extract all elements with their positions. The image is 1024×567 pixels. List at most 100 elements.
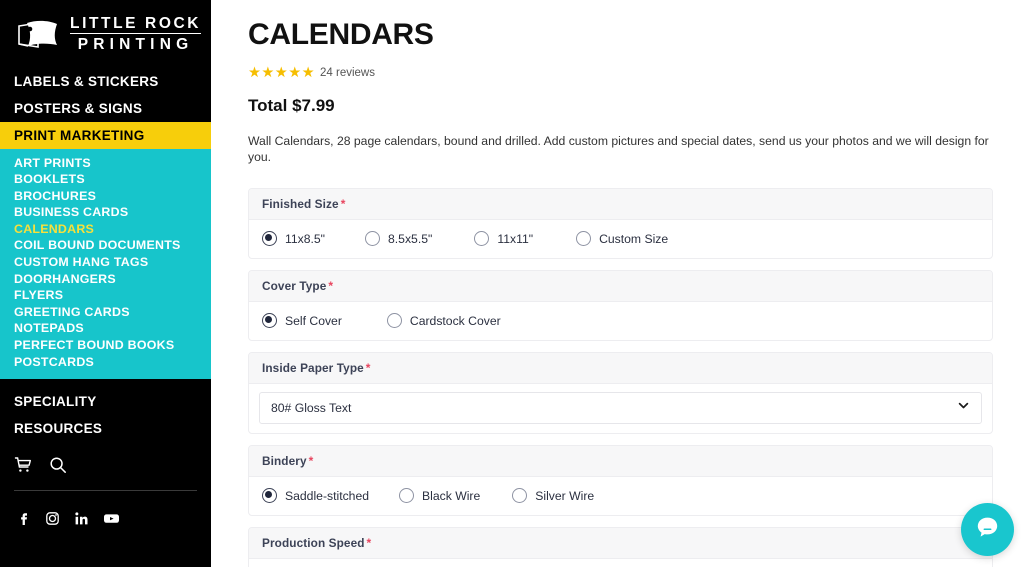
sidebar-item-coil-bound-documents[interactable]: COIL BOUND DOCUMENTS <box>14 238 211 255</box>
required-marker: * <box>328 279 334 293</box>
radio-option-silver-wire[interactable]: Silver Wire <box>512 488 594 503</box>
option-group-inside-paper-type: Inside Paper Type * 80# Gloss Text <box>248 352 993 434</box>
radio-indicator[interactable] <box>474 231 490 246</box>
submenu-print-marketing: ART PRINTS BOOKLETS BROCHURES BUSINESS C… <box>0 149 211 379</box>
nav-item-speciality[interactable]: SPECIALITY <box>0 388 211 415</box>
sidebar-item-business-cards[interactable]: BUSINESS CARDS <box>14 205 211 222</box>
radio-label: Cardstock Cover <box>409 313 501 328</box>
option-group-title: Cover Type <box>262 279 327 293</box>
option-group-header: Production Speed * <box>249 528 992 559</box>
sidebar-item-brochures[interactable]: BROCHURES <box>14 188 211 205</box>
cart-icon[interactable] <box>14 456 32 474</box>
option-group-body: Saddle-stitched Black Wire Silver Wire <box>249 477 992 515</box>
radio-indicator[interactable] <box>262 231 277 246</box>
option-group-cover-type: Cover Type * Self Cover Cardstock Cover <box>248 270 993 341</box>
option-group-title: Finished Size <box>262 197 339 211</box>
radio-label: 11x11" <box>497 231 534 246</box>
reviews-count[interactable]: 24 reviews <box>320 66 375 80</box>
radio-option-black-wire[interactable]: Black Wire <box>399 488 480 503</box>
facebook-icon[interactable] <box>16 511 31 526</box>
radio-indicator[interactable] <box>386 313 402 328</box>
option-group-body: 80# Gloss Text <box>249 384 992 433</box>
nav-item-resources[interactable]: RESOURCES <box>0 415 211 442</box>
option-group-header: Finished Size * <box>249 189 992 220</box>
radio-option-self-cover[interactable]: Self Cover <box>262 313 342 328</box>
radio-label: 8.5x5.5" <box>388 231 433 246</box>
nav-item-labels-stickers[interactable]: LABELS & STICKERS <box>0 68 211 95</box>
radio-label: Self Cover <box>285 313 342 328</box>
radio-option-11x11[interactable]: 11x11" <box>474 231 533 246</box>
radio-label: Custom Size <box>599 231 669 246</box>
radio-indicator[interactable] <box>262 313 277 328</box>
sidebar: LITTLE ROCK PRINTING LABELS & STICKERS P… <box>0 0 211 567</box>
option-group-body <box>249 559 992 567</box>
star-rating-icon: ★★★★★ <box>248 65 315 81</box>
inside-paper-type-select[interactable]: 80# Gloss Text <box>259 392 982 424</box>
instagram-icon[interactable] <box>45 511 60 526</box>
radio-option-11x85[interactable]: 11x8.5" <box>262 231 325 246</box>
radio-option-saddle-stitched[interactable]: Saddle-stitched <box>262 488 369 503</box>
radio-indicator[interactable] <box>512 488 528 503</box>
radio-label: Silver Wire <box>535 488 595 503</box>
utility-icon-row <box>0 442 211 474</box>
option-group-header: Bindery * <box>249 446 992 477</box>
radio-label: Black Wire <box>422 488 481 503</box>
page-title: CALENDARS <box>248 18 434 51</box>
app-root: LITTLE ROCK PRINTING LABELS & STICKERS P… <box>0 0 1024 567</box>
sidebar-item-flyers[interactable]: FLYERS <box>14 288 211 305</box>
required-marker: * <box>340 197 346 211</box>
logo-line-2: PRINTING <box>77 36 194 53</box>
option-group-body: 11x8.5" 8.5x5.5" 11x11" Custom Size <box>249 220 992 258</box>
main-content: CALENDARS ★★★★★ 24 reviews Total $7.99 W… <box>211 0 1024 567</box>
radio-option-cardstock-cover[interactable]: Cardstock Cover <box>386 313 501 328</box>
sidebar-item-notepads[interactable]: NOTEPADS <box>14 321 211 338</box>
required-marker: * <box>366 536 372 550</box>
primary-nav: LABELS & STICKERS POSTERS & SIGNS PRINT … <box>0 56 211 149</box>
sidebar-item-booklets[interactable]: BOOKLETS <box>14 172 211 189</box>
required-marker: * <box>365 361 371 375</box>
option-group-header: Inside Paper Type * <box>249 353 992 384</box>
required-marker: * <box>308 454 314 468</box>
logo-line-1: LITTLE ROCK <box>70 15 202 34</box>
radio-indicator[interactable] <box>365 231 381 246</box>
option-group-title: Inside Paper Type <box>262 361 364 375</box>
sidebar-item-calendars[interactable]: CALENDARS <box>14 221 211 238</box>
radio-indicator[interactable] <box>399 488 415 503</box>
sidebar-item-postcards[interactable]: POSTCARDS <box>14 354 211 371</box>
radio-option-custom-size[interactable]: Custom Size <box>576 231 668 246</box>
secondary-nav: SPECIALITY RESOURCES <box>0 379 211 442</box>
option-group-title: Production Speed <box>262 536 365 550</box>
linkedin-icon[interactable] <box>74 511 89 526</box>
option-group-header: Cover Type * <box>249 271 992 302</box>
radio-option-85x55[interactable]: 8.5x5.5" <box>365 231 432 246</box>
sidebar-item-art-prints[interactable]: ART PRINTS <box>14 155 211 172</box>
sidebar-item-custom-hang-tags[interactable]: CUSTOM HANG TAGS <box>14 255 211 272</box>
search-icon[interactable] <box>49 456 67 474</box>
option-group-body: Self Cover Cardstock Cover <box>249 302 992 340</box>
radio-label: 11x8.5" <box>285 231 326 246</box>
nav-item-posters-signs[interactable]: POSTERS & SIGNS <box>0 95 211 122</box>
option-groups: Finished Size* 11x8.5" 8.5x5.5" 11x11" <box>248 188 993 567</box>
radio-indicator[interactable] <box>576 231 592 246</box>
total-price: Total $7.99 <box>248 96 335 115</box>
chevron-down-icon[interactable] <box>957 399 970 417</box>
chat-bubble-icon <box>974 514 1001 546</box>
option-group-bindery: Bindery * Saddle-stitched Black Wire Silv… <box>248 445 993 516</box>
radio-indicator[interactable] <box>262 488 277 503</box>
logo-text: LITTLE ROCK PRINTING <box>70 14 202 54</box>
sidebar-item-doorhangers[interactable]: DOORHANGERS <box>14 271 211 288</box>
sidebar-footnote <box>0 526 211 543</box>
logo[interactable]: LITTLE ROCK PRINTING <box>0 0 211 56</box>
printing-press-icon <box>14 17 64 51</box>
social-icon-row <box>0 491 211 526</box>
option-group-finished-size: Finished Size* 11x8.5" 8.5x5.5" 11x11" <box>248 188 993 259</box>
youtube-icon[interactable] <box>103 511 120 526</box>
chat-widget-button[interactable] <box>961 503 1014 556</box>
option-group-title: Bindery <box>262 454 307 468</box>
sidebar-item-greeting-cards[interactable]: GREETING CARDS <box>14 304 211 321</box>
rating-row: ★★★★★ 24 reviews <box>248 65 993 81</box>
product-description: Wall Calendars, 28 page calendars, bound… <box>248 134 989 164</box>
nav-item-print-marketing[interactable]: PRINT MARKETING <box>0 122 211 149</box>
sidebar-item-perfect-bound-books[interactable]: PERFECT BOUND BOOKS <box>14 338 211 355</box>
radio-label: Saddle-stitched <box>285 488 370 503</box>
